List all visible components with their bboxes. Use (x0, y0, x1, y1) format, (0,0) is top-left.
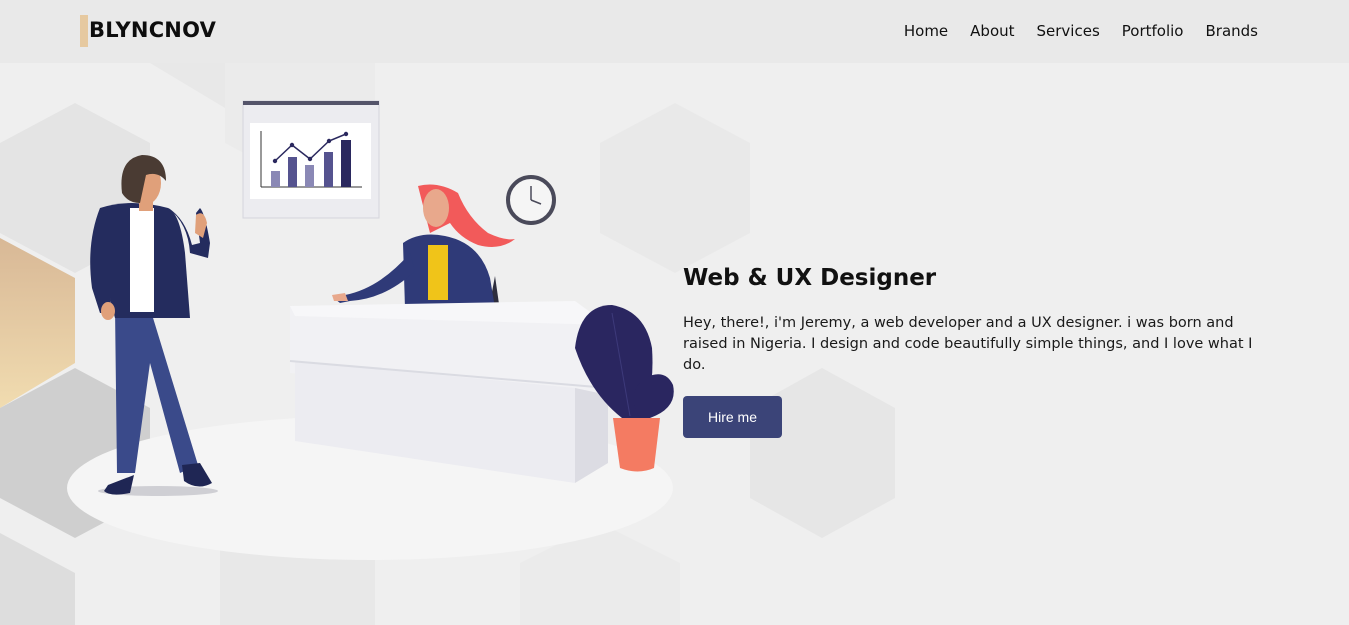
nav-menu: Home About Services Portfolio Brands (904, 22, 1258, 40)
nav-services[interactable]: Services (1037, 22, 1100, 40)
hero-illustration (67, 100, 674, 560)
brand-accent-bar (80, 15, 88, 47)
nav-home[interactable]: Home (904, 22, 948, 40)
top-navbar: BLYNCNOV Home About Services Portfolio B… (0, 0, 1349, 63)
nav-portfolio[interactable]: Portfolio (1122, 22, 1184, 40)
clock-icon (506, 175, 556, 225)
hero-content: Web & UX Designer Hey, there!, i'm Jerem… (683, 265, 1273, 438)
hero-description: Hey, there!, i'm Jeremy, a web developer… (683, 315, 1253, 373)
presentation-board-icon (242, 100, 380, 219)
hero-title: Web & UX Designer (683, 265, 937, 291)
brand-logo[interactable]: BLYNCNOV (89, 18, 216, 42)
nav-about[interactable]: About (970, 22, 1014, 40)
hire-me-button[interactable]: Hire me (683, 396, 782, 438)
nav-brands[interactable]: Brands (1206, 22, 1259, 40)
